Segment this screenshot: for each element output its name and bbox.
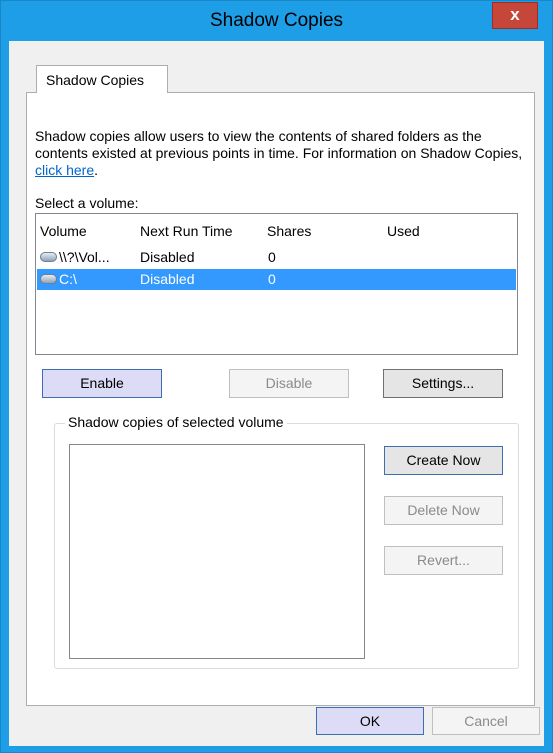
groupbox-label: Shadow copies of selected volume — [65, 414, 287, 430]
close-button[interactable]: x — [492, 2, 538, 29]
shadow-copies-list[interactable] — [69, 444, 365, 659]
tab-page: Shadow copies allow users to view the co… — [26, 92, 535, 706]
settings-button[interactable]: Settings... — [383, 369, 503, 398]
volume-row[interactable]: \\?\Vol... Disabled 0 — [37, 247, 516, 268]
volume-name: \\?\Vol... — [59, 249, 110, 265]
intro-text: Shadow copies allow users to view the co… — [35, 128, 535, 179]
volume-next-run: Disabled — [140, 271, 195, 287]
title-bar[interactable]: Shadow Copies x — [1, 1, 552, 41]
drive-icon — [40, 252, 57, 262]
disable-button[interactable]: Disable — [229, 369, 349, 398]
cancel-button[interactable]: Cancel — [432, 707, 540, 735]
column-header-used[interactable]: Used — [387, 223, 420, 239]
create-now-button[interactable]: Create Now — [384, 446, 503, 475]
column-header-volume[interactable]: Volume — [40, 223, 87, 239]
volume-row-selected[interactable]: C:\ Disabled 0 — [37, 269, 516, 290]
volume-name: C:\ — [59, 271, 77, 287]
volume-shares: 0 — [268, 271, 276, 287]
revert-button[interactable]: Revert... — [384, 546, 503, 575]
volume-shares: 0 — [268, 249, 276, 265]
ok-button[interactable]: OK — [316, 707, 424, 735]
dialog-window: Shadow Copies x Shadow Copies Shadow cop… — [0, 0, 553, 753]
column-header-shares[interactable]: Shares — [267, 223, 311, 239]
volume-next-run: Disabled — [140, 249, 195, 265]
intro-body: Shadow copies allow users to view the co… — [35, 128, 523, 161]
drive-icon — [40, 274, 57, 284]
window-title: Shadow Copies — [209, 10, 344, 31]
volume-list[interactable]: Volume Next Run Time Shares Used \\?\Vol… — [35, 213, 518, 355]
client-area: Shadow Copies Shadow copies allow users … — [9, 41, 544, 746]
delete-now-button[interactable]: Delete Now — [384, 496, 503, 525]
column-header-next-run-time[interactable]: Next Run Time — [140, 223, 233, 239]
intro-end: . — [94, 162, 99, 178]
click-here-link[interactable]: click here — [35, 162, 94, 178]
close-icon: x — [510, 5, 520, 24]
shadow-copies-groupbox: Shadow copies of selected volume Create … — [54, 414, 519, 669]
tab-shadow-copies[interactable]: Shadow Copies — [36, 65, 168, 93]
enable-button[interactable]: Enable — [42, 369, 162, 398]
select-volume-label: Select a volume: — [35, 195, 139, 211]
